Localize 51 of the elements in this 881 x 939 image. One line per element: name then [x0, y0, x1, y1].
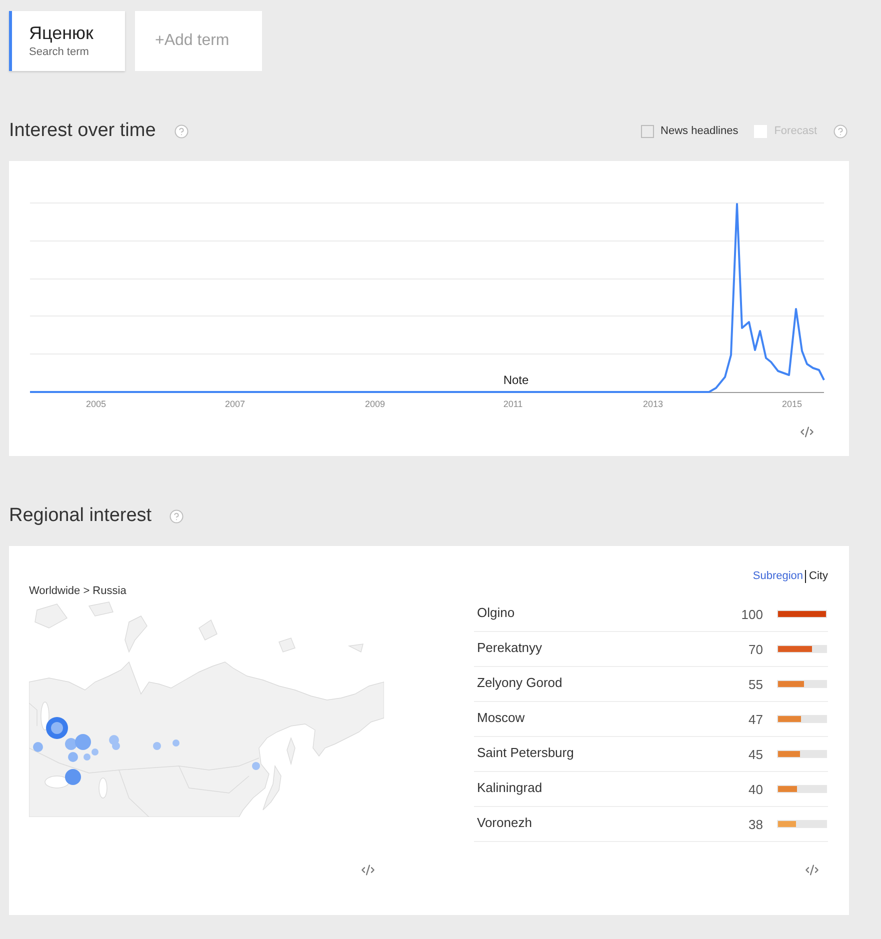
map-bubble[interactable]	[75, 734, 91, 750]
region-name: Kaliningrad	[477, 780, 544, 795]
region-name: Saint Petersburg	[477, 745, 575, 760]
region-score: 55	[748, 676, 763, 692]
island-drawing	[88, 602, 114, 616]
region-score: 40	[748, 782, 763, 796]
island-drawing	[278, 638, 296, 652]
map-bubble[interactable]	[172, 740, 180, 746]
map-bubble[interactable]	[65, 769, 81, 785]
map-bubble[interactable]	[65, 738, 77, 750]
region-name: Voronezh	[477, 815, 533, 830]
view-toggle-link[interactable]: Subregion	[752, 570, 806, 583]
checkbox-label: News headlines	[660, 125, 738, 137]
map-bubble[interactable]	[153, 742, 161, 750]
breadcrumb[interactable]: Worldwide > Russia	[29, 585, 126, 597]
axis-label: 2013	[642, 399, 664, 409]
section-title: Interest over time	[9, 120, 156, 142]
help-icon[interactable]	[174, 124, 189, 138]
search-term-caption: Search term	[29, 46, 89, 59]
search-term-card[interactable]: Яценюк Search term	[9, 11, 125, 71]
view-toggle-link[interactable]: City	[805, 570, 828, 583]
region-score: 70	[748, 642, 763, 656]
help-icon[interactable]	[168, 508, 184, 524]
search-term: Яценюк	[29, 23, 94, 44]
section-title: Regional interest	[9, 505, 152, 527]
axis-label: 2011	[503, 399, 523, 409]
map-bubble[interactable]	[46, 717, 68, 739]
embed-code-icon[interactable]	[804, 863, 820, 877]
region-score: 38	[748, 816, 763, 832]
region-score: 45	[748, 746, 763, 762]
axis-label: 2007	[224, 399, 246, 409]
axis-label: 2005	[86, 399, 106, 409]
region-name: Perekatnyy	[477, 640, 544, 655]
region-name: Moscow	[477, 710, 526, 725]
island-drawing	[198, 619, 218, 640]
island-drawing	[348, 644, 364, 652]
region-name: Zelyony Gorod	[477, 675, 564, 690]
note-label[interactable]: Note	[503, 373, 529, 387]
checkbox[interactable]	[640, 124, 654, 138]
region-score: 100	[741, 606, 763, 622]
region-name: Olgino	[477, 605, 516, 620]
axis-label: 2009	[364, 399, 386, 409]
embed-code-icon[interactable]	[360, 863, 376, 877]
map-bubble[interactable]	[252, 762, 260, 770]
axis-label: 2015	[782, 399, 802, 409]
help-icon[interactable]	[833, 124, 848, 138]
region-score: 47	[748, 712, 763, 726]
island-drawing	[124, 616, 148, 653]
embed-code-icon[interactable]	[799, 425, 815, 439]
island-drawing	[34, 604, 68, 628]
map-bubble[interactable]	[33, 742, 43, 752]
